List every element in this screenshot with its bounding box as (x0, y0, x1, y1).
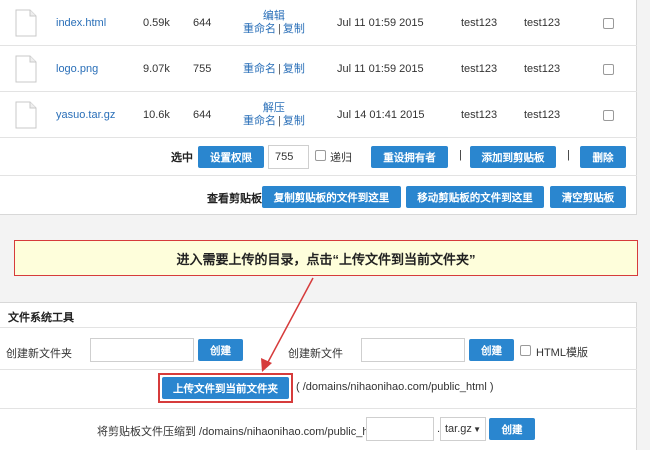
file-name-link[interactable]: logo.png (56, 46, 98, 92)
file-permission[interactable]: 644 (193, 0, 211, 46)
upload-path: ( /domains/nihaonihao.com/public_html ) (296, 381, 494, 393)
file-date: Jul 11 01:59 2015 (337, 63, 424, 75)
table-row: logo.png 9.07k 755 重命名 | 复制 Jul 11 01:59 2… (0, 46, 637, 92)
file-owner: test123 (461, 63, 498, 75)
file-name-link[interactable]: yasuo.tar.gz (56, 92, 115, 138)
file-group: test123 (524, 109, 561, 121)
file-date: Jul 11 01:59 2015 (337, 17, 424, 29)
permission-input[interactable]: 755 (268, 145, 309, 169)
file-owner: test123 (461, 109, 498, 121)
recursive-label: 递归 (330, 152, 352, 164)
file-actions: 编辑 重命名 | 复制 (243, 10, 305, 35)
edit-link[interactable]: 编辑 (263, 10, 285, 23)
create-file-button[interactable]: 创建 (469, 339, 514, 361)
upload-files-button[interactable]: 上传文件到当前文件夹 (162, 377, 289, 399)
clipboard-action-bar: 查看剪贴板 复制剪贴板的文件到这里 移动剪贴板的文件到这里 清空剪贴板 (0, 176, 637, 214)
rename-link[interactable]: 重命名 (243, 115, 276, 127)
extract-link[interactable]: 解压 (263, 102, 285, 115)
file-icon (15, 9, 37, 37)
create-folder-button[interactable]: 创建 (198, 339, 243, 361)
file-icon (15, 101, 37, 129)
delete-button[interactable]: 删除 (580, 146, 626, 168)
file-icon (15, 55, 37, 83)
view-clipboard-label[interactable]: 查看剪贴板 (207, 190, 262, 206)
compress-label: 将剪贴板文件压缩到 /domains/nihaonihao.com/public… (97, 426, 387, 438)
copy-clipboard-here-button[interactable]: 复制剪贴板的文件到这里 (262, 186, 401, 208)
file-system-tools-panel: 文件系统工具 创建新文件夹 创建 创建新文件 创建 HTML模版 上传文件到当前… (0, 302, 637, 450)
tools-title: 文件系统工具 (8, 312, 74, 324)
rename-link[interactable]: 重命名 (243, 63, 276, 75)
selection-action-bar: 选中 设置权限 755 递归 重设拥有者 | 添加到剪贴板 | 删除 (0, 138, 637, 176)
add-to-clipboard-button[interactable]: 添加到剪贴板 (470, 146, 556, 168)
file-group: test123 (524, 17, 561, 29)
new-folder-label: 创建新文件夹 (6, 348, 72, 360)
compress-format-select[interactable]: tar.gz ▼ (440, 417, 486, 441)
dropdown-arrow-icon: ▼ (473, 424, 481, 434)
file-size: 0.59k (143, 17, 170, 29)
row-checkbox[interactable] (603, 63, 614, 75)
clear-clipboard-button[interactable]: 清空剪贴板 (550, 186, 626, 208)
file-owner: test123 (461, 17, 498, 29)
table-row: yasuo.tar.gz 10.6k 644 解压 重命名 | 复制 Jul 14 … (0, 92, 637, 138)
file-group: test123 (524, 63, 561, 75)
new-file-input[interactable] (361, 338, 465, 362)
new-folder-input[interactable] (90, 338, 194, 362)
rename-link[interactable]: 重命名 (243, 23, 276, 35)
html-template-checkbox[interactable] (520, 345, 531, 356)
move-clipboard-here-button[interactable]: 移动剪贴板的文件到这里 (406, 186, 544, 208)
file-actions: 解压 重命名 | 复制 (243, 102, 305, 127)
row-checkbox[interactable] (603, 109, 614, 121)
html-template-label: HTML模版 (536, 347, 588, 359)
compress-create-button[interactable]: 创建 (489, 418, 535, 440)
selected-label: 选中 (171, 152, 193, 164)
file-permission[interactable]: 755 (193, 46, 211, 92)
reset-owner-button[interactable]: 重设拥有者 (371, 146, 448, 168)
file-date: Jul 14 01:41 2015 (337, 109, 425, 121)
file-size: 10.6k (143, 109, 170, 121)
row-checkbox[interactable] (603, 17, 614, 29)
compress-format-value: tar.gz (445, 423, 472, 435)
recursive-checkbox[interactable] (315, 150, 326, 161)
compress-filename-input[interactable] (366, 417, 434, 441)
separator: | (567, 149, 570, 161)
table-row: index.html 0.59k 644 编辑 重命名 | 复制 Jul 11 01… (0, 0, 637, 46)
copy-link[interactable]: 复制 (283, 23, 305, 35)
file-size: 9.07k (143, 63, 170, 75)
set-permission-button[interactable]: 设置权限 (198, 146, 264, 168)
copy-link[interactable]: 复制 (283, 115, 305, 127)
separator: | (459, 149, 462, 161)
annotation-note: 进入需要上传的目录，点击“上传文件到当前文件夹” (14, 240, 638, 276)
file-actions: 重命名 | 复制 (243, 62, 305, 75)
copy-link[interactable]: 复制 (283, 63, 305, 75)
file-name-link[interactable]: index.html (56, 0, 106, 46)
file-permission[interactable]: 644 (193, 92, 211, 138)
new-file-label: 创建新文件 (288, 348, 343, 360)
file-list-panel: index.html 0.59k 644 编辑 重命名 | 复制 Jul 11 01… (0, 0, 637, 215)
